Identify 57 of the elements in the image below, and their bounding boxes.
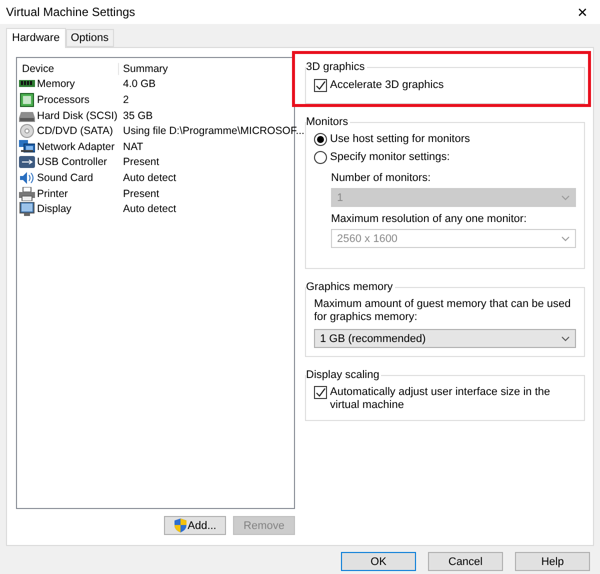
radio-button[interactable] (314, 132, 327, 146)
checkbox[interactable] (314, 386, 327, 399)
tab[interactable]: Options (66, 29, 114, 47)
speaker-icon (19, 170, 35, 185)
device-summary: Using file D:\Programme\MICROSOF... (123, 125, 304, 138)
disc-icon (19, 124, 35, 138)
dropdown[interactable]: 1 GB (recommended) (314, 329, 576, 348)
device-summary: NAT (123, 140, 144, 153)
device-name[interactable]: Processors (37, 94, 90, 106)
device-name[interactable]: Hard Disk (SCSI) (37, 110, 118, 122)
device-name[interactable]: Printer (37, 188, 68, 200)
dialog-button[interactable]: OK (341, 552, 416, 571)
chevron-down-icon (561, 236, 570, 242)
chevron-down-icon (561, 336, 570, 342)
device-name[interactable]: Memory (37, 78, 75, 90)
device-summary: Present (123, 156, 160, 168)
radio-label: Specify monitor settings: (330, 151, 450, 163)
window-title: Virtual Machine Settings (6, 5, 136, 19)
chip-icon (19, 92, 35, 107)
device-summary: 2 (123, 94, 129, 106)
device-name[interactable]: Display (37, 203, 72, 216)
add-button[interactable]: Add... (164, 516, 226, 535)
network-computers-icon (19, 140, 35, 154)
checkbox[interactable] (314, 79, 327, 92)
device-summary: Auto detect (123, 172, 176, 184)
device-summary: 4.0 GB (123, 78, 156, 90)
device-name[interactable]: CD/DVD (SATA) (37, 125, 114, 138)
dialog-button[interactable]: Cancel (428, 552, 503, 571)
monitor-icon (19, 202, 35, 216)
description-text: Maximum amount of guest memory that can be used for graphics memory: (314, 298, 572, 324)
checkmark-icon (315, 387, 326, 398)
printer-icon (19, 186, 35, 201)
tab[interactable]: Hardware (6, 28, 66, 48)
device-name[interactable]: Sound Card (37, 172, 94, 184)
device-summary: 35 GB (123, 110, 153, 122)
usb-icon (19, 155, 35, 170)
group-title: Display scaling (306, 369, 380, 381)
shield-icon (174, 518, 187, 533)
device-summary: Present (123, 188, 160, 200)
dialog-button[interactable]: Help (515, 552, 590, 571)
device-summary: Auto detect (123, 203, 176, 216)
radio-button[interactable] (314, 150, 327, 164)
field-label: Number of monitors: (331, 172, 432, 184)
column-header: Summary (122, 62, 169, 75)
checkbox-label: Accelerate 3D graphics (330, 79, 444, 92)
device-name[interactable]: Network Adapter (37, 140, 115, 153)
chevron-down-icon (561, 194, 570, 200)
close-button[interactable]: ✕ (577, 4, 594, 20)
device-name[interactable]: USB Controller (37, 156, 108, 168)
radio-label: Use host setting for monitors (330, 133, 470, 145)
checkbox-label: Automatically adjust user interface size in the virtual machine (330, 386, 552, 412)
column-header: Device (19, 62, 119, 75)
checkmark-icon (315, 80, 326, 91)
field-label: Maximum resolution of any one monitor: (331, 213, 528, 225)
group-title: 3D graphics (306, 61, 366, 73)
group-title: Graphics memory (306, 281, 394, 293)
group-title: Monitors (306, 116, 350, 128)
